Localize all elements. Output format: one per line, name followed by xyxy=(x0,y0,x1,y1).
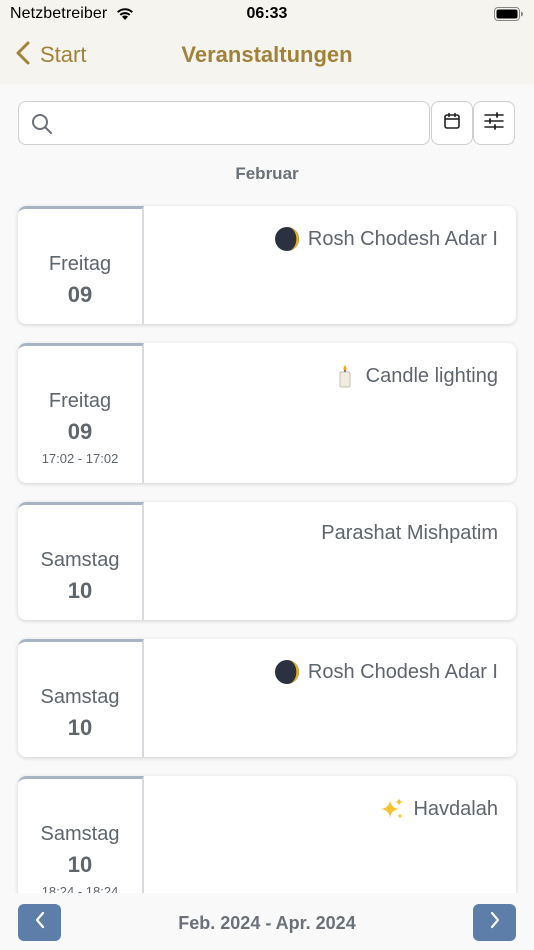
moon-icon xyxy=(274,659,300,685)
event-title: Parashat Mishpatim xyxy=(321,522,498,544)
navigation-bar: Start Veranstaltungen xyxy=(0,28,534,84)
moon-icon xyxy=(274,226,300,252)
event-list[interactable]: Freitag 09 Rosh Chodesh Adar I Freitag 0… xyxy=(0,190,534,893)
event-weekday: Samstag xyxy=(40,549,120,571)
sliders-icon xyxy=(484,111,504,135)
pagination-bar: Feb. 2024 - Apr. 2024 xyxy=(0,893,534,950)
battery-icon xyxy=(494,7,524,26)
candle-icon xyxy=(332,363,358,389)
event-title-row: Havdalah xyxy=(379,796,498,822)
next-range-button[interactable] xyxy=(473,904,516,941)
event-day: 10 xyxy=(67,852,93,877)
filter-button[interactable] xyxy=(473,101,515,145)
calendar-icon xyxy=(443,112,461,135)
event-weekday: Freitag xyxy=(48,253,112,275)
chevron-right-icon xyxy=(489,911,501,934)
event-time: 18:24 - 18:24 xyxy=(41,884,119,893)
search-field[interactable] xyxy=(18,101,430,145)
month-header: Februar xyxy=(235,164,299,183)
event-day: 09 xyxy=(67,419,93,444)
event-weekday: Samstag xyxy=(40,823,120,845)
event-title-row: Parashat Mishpatim xyxy=(321,522,498,545)
event-card[interactable]: Samstag 10 18:24 - 18:24 Havdalah xyxy=(18,776,516,893)
event-title: Rosh Chodesh Adar I xyxy=(307,227,498,250)
event-time: 17:02 - 17:02 xyxy=(41,451,119,466)
event-date: Freitag 09 xyxy=(18,206,144,324)
event-date: Samstag 10 18:24 - 18:24 xyxy=(18,776,144,893)
sparkles-icon xyxy=(379,796,405,822)
event-date: Samstag 10 xyxy=(18,639,144,757)
event-card[interactable]: Samstag 10 Rosh Chodesh Adar I xyxy=(18,639,516,757)
event-title: Havdalah xyxy=(413,797,498,820)
event-day: 10 xyxy=(67,715,93,740)
event-title: Rosh Chodesh Adar I xyxy=(307,660,498,683)
event-weekday: Freitag xyxy=(48,390,112,412)
event-title-row: Rosh Chodesh Adar I xyxy=(274,226,498,252)
event-date: Freitag 09 17:02 - 17:02 xyxy=(18,343,144,483)
event-date: Samstag 10 xyxy=(18,502,144,620)
event-title-row: Rosh Chodesh Adar I xyxy=(274,659,498,685)
event-title-row: Candle lighting xyxy=(332,363,498,389)
event-card[interactable]: Samstag 10 Parashat Mishpatim xyxy=(18,502,516,620)
status-time: 06:33 xyxy=(246,5,288,22)
event-card[interactable]: Freitag 09 Rosh Chodesh Adar I xyxy=(18,206,516,324)
event-card[interactable]: Freitag 09 17:02 - 17:02 Candle lighting xyxy=(18,343,516,483)
date-range-label: Feb. 2024 - Apr. 2024 xyxy=(178,913,356,933)
page-title: Veranstaltungen xyxy=(181,42,353,67)
search-icon xyxy=(31,113,53,140)
event-weekday: Samstag xyxy=(40,686,120,708)
calendar-button[interactable] xyxy=(431,101,473,145)
event-title: Candle lighting xyxy=(365,364,498,387)
event-day: 09 xyxy=(67,282,93,307)
event-day: 10 xyxy=(67,578,93,603)
search-input[interactable] xyxy=(61,108,421,138)
status-bar: Netzbetreiber 06:33 xyxy=(0,0,534,28)
